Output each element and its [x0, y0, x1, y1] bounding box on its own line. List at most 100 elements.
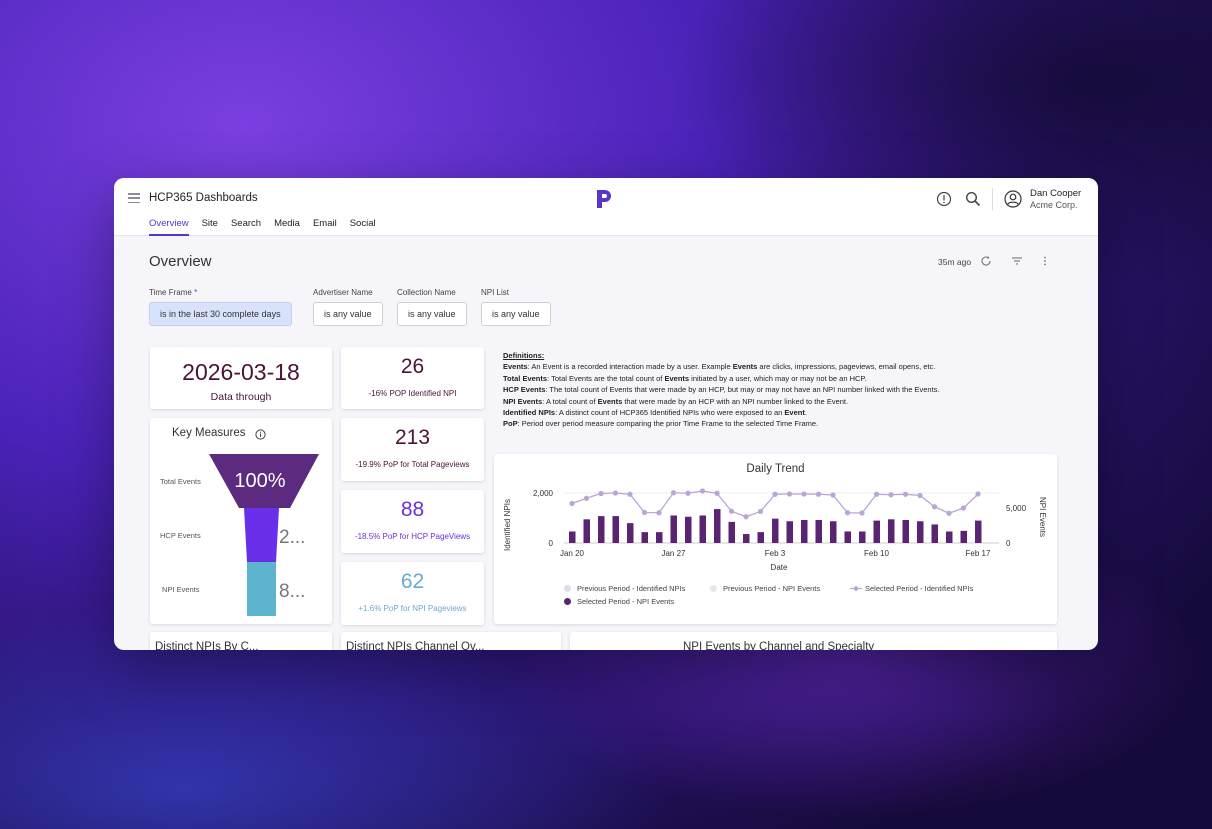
definitions-panel: Definitions: Events: An Event is a recor… [503, 350, 983, 430]
tab-overview[interactable]: Overview [149, 218, 189, 236]
filter-label: NPI List [481, 288, 510, 297]
collection-select[interactable]: is any value [397, 302, 467, 326]
data-through-date: 2026-03-18 [182, 359, 300, 385]
legend-item[interactable]: Selected Period - NPI Events [564, 597, 674, 606]
tab-site[interactable]: Site [202, 218, 218, 236]
menu-icon[interactable] [128, 193, 140, 203]
definition-item: PoP: Period over period measure comparin… [503, 419, 819, 429]
kpi-card-hcp-pageviews: 88 -18.5% PoP for HCP PageViews [341, 490, 484, 553]
user-org: Acme Corp. [1030, 200, 1078, 210]
line-point [801, 491, 807, 497]
funnel-label-total-events: Total Events [160, 477, 201, 486]
bar [757, 532, 764, 543]
y2-tick-label: 0 [1006, 539, 1011, 548]
bar [931, 524, 938, 543]
bar [699, 515, 706, 543]
line-point [815, 491, 822, 497]
line-point [656, 510, 662, 516]
bar [902, 519, 909, 543]
last-updated: 35m ago [938, 257, 972, 267]
kpi-subtitle: -16% POP Identified NPI [368, 389, 457, 398]
bar [728, 521, 735, 543]
line-point [873, 491, 880, 497]
bar [975, 520, 982, 543]
funnel-stage-npi [247, 562, 276, 616]
bar [917, 521, 924, 543]
info-icon[interactable] [936, 191, 952, 207]
bar [627, 523, 634, 543]
kpi-subtitle: -18.5% PoP for HCP PageViews [354, 532, 471, 541]
tab-email[interactable]: Email [313, 218, 337, 236]
funnel-chart: 100% 2... 8... [209, 454, 319, 616]
line-point [888, 492, 894, 498]
x-tick-label: Jan 20 [560, 549, 585, 558]
x-tick-label: Jan 27 [661, 549, 686, 558]
filter-npi-list: NPI List is any value [481, 288, 551, 326]
distinct-npis-channel-card: Distinct NPIs Channel Ov... [341, 632, 561, 650]
info-icon[interactable] [255, 429, 266, 440]
daily-trend-card: Daily Trend 2,000 0 5,000 0 Identified N… [494, 454, 1057, 624]
legend-label: Previous Period - Identified NPIs [577, 584, 686, 593]
tab-media[interactable]: Media [274, 218, 300, 236]
line-point [569, 500, 575, 507]
filter-icon[interactable] [1011, 255, 1023, 267]
advertiser-select[interactable]: is any value [313, 302, 383, 326]
card-title: NPI Events by Channel and Specialty [683, 641, 875, 650]
top-bar: HCP365 Dashboards Dan Cooper Acme Corp. … [114, 178, 1098, 236]
bar [583, 519, 590, 543]
definition-item: Identified NPIs: A distinct count of HCP… [503, 408, 807, 418]
line-point [612, 490, 619, 496]
bar [641, 532, 648, 543]
x-axis-label: Date [771, 563, 788, 572]
bar [743, 534, 750, 543]
bar [685, 516, 692, 543]
legend-item[interactable]: Previous Period - Identified NPIs [564, 584, 685, 593]
line-point [859, 510, 865, 516]
y-tick-label: 2,000 [533, 489, 554, 498]
filter-label: Collection Name [397, 288, 456, 297]
refresh-icon[interactable] [980, 255, 992, 267]
funnel-stage-hcp [244, 508, 279, 562]
bar [859, 531, 866, 543]
search-icon[interactable] [965, 191, 981, 207]
tab-social[interactable]: Social [350, 218, 376, 236]
bar [598, 516, 605, 543]
filter-advertiser: Advertiser Name is any value [313, 288, 383, 326]
tab-search[interactable]: Search [231, 218, 261, 236]
funnel-label-npi-events: NPI Events [162, 585, 200, 594]
legend-item[interactable]: Previous Period - NPI Events [710, 584, 820, 593]
definition-item: HCP Events: The total count of Events th… [503, 385, 940, 395]
x-tick-label: Feb 17 [966, 549, 991, 558]
time-frame-select[interactable]: is in the last 30 complete days [149, 302, 292, 326]
bar [801, 519, 808, 543]
legend-swatch [564, 598, 571, 605]
line-point [975, 491, 981, 497]
y2-tick-label: 5,000 [1006, 504, 1027, 513]
legend-swatch [564, 585, 571, 592]
line-point [728, 508, 735, 514]
y-tick-label: 0 [549, 539, 554, 548]
line-point [844, 510, 851, 516]
avatar-icon[interactable] [1004, 190, 1022, 208]
line-point [960, 505, 967, 511]
filter-label: Time Frame [149, 288, 192, 297]
line-point [786, 491, 793, 497]
kpi-value: 26 [400, 355, 425, 378]
distinct-npis-by-card: Distinct NPIs By C... [150, 632, 332, 650]
npi-events-channel-specialty-card: NPI Events by Channel and Specialty [570, 632, 1057, 650]
kpi-subtitle: +1.6% PoP for NPI Pageviews [358, 604, 467, 613]
line-point [902, 491, 909, 497]
bar [714, 509, 721, 543]
line-point [598, 490, 604, 497]
definition-item: Total Events: Total Events are the total… [503, 373, 867, 383]
line-point [830, 492, 836, 498]
line-point [917, 492, 923, 499]
nav-tabs: Overview Site Search Media Email Social [149, 218, 389, 236]
page-title: Overview [149, 253, 212, 270]
definitions-title: Definitions: [503, 351, 545, 360]
legend-item[interactable]: Selected Period - Identified NPIs [850, 584, 973, 593]
bar [569, 531, 576, 543]
npi-list-select[interactable]: is any value [481, 302, 551, 326]
more-options-icon[interactable] [1039, 255, 1051, 267]
x-tick-label: Feb 10 [864, 549, 889, 558]
